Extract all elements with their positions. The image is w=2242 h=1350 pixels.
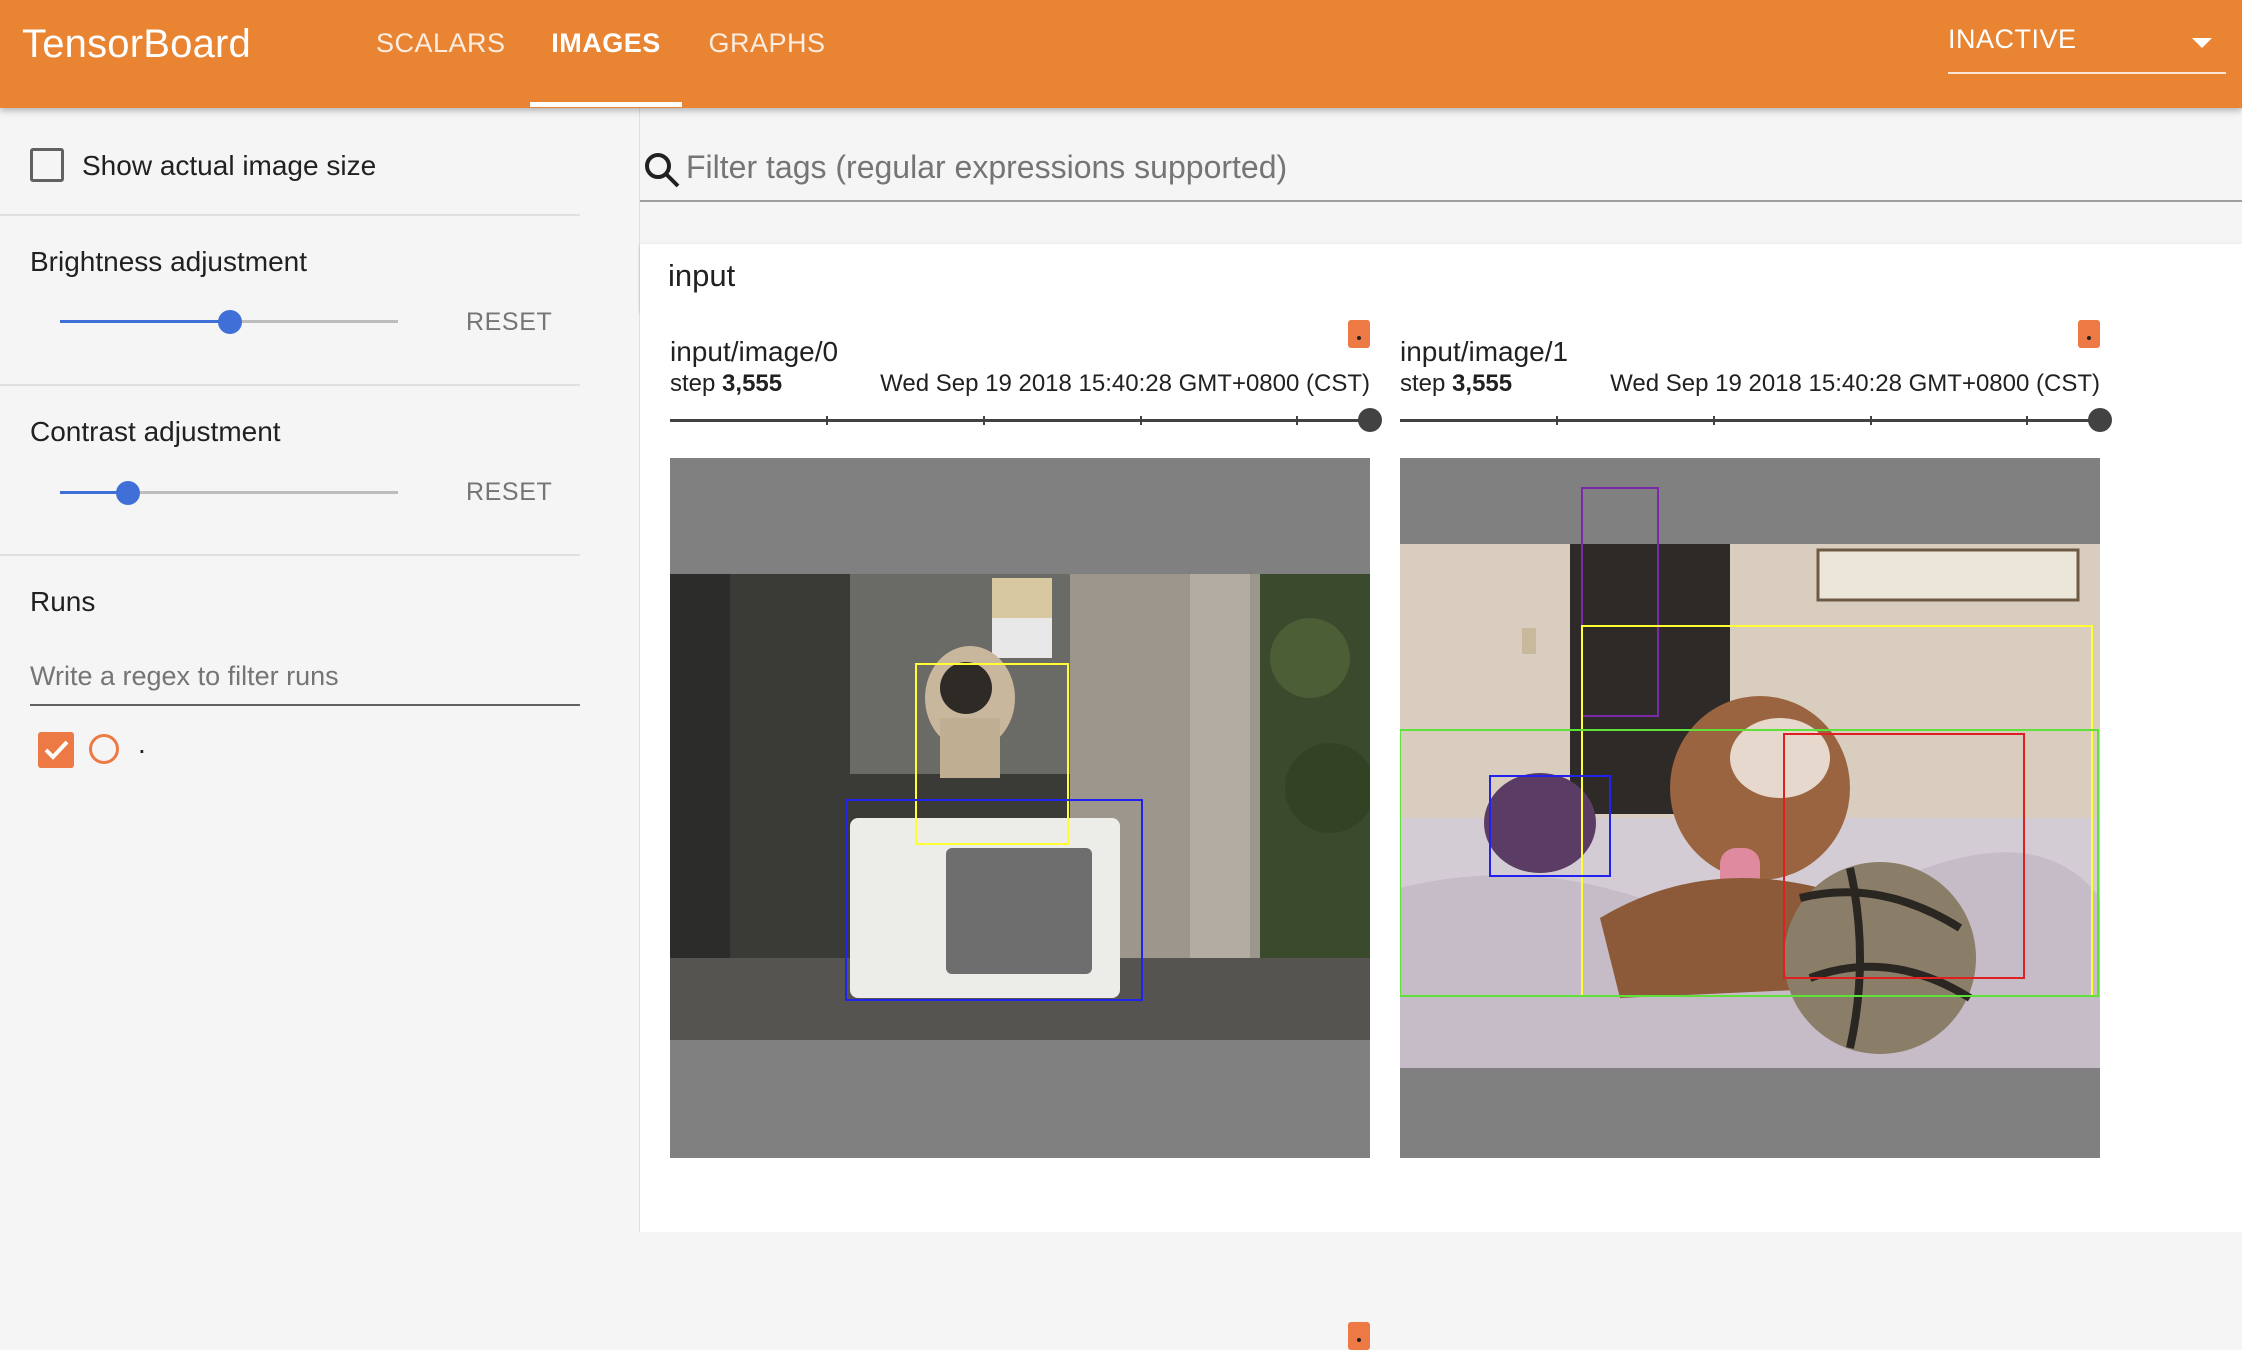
run-checkbox[interactable] [38, 732, 74, 768]
sidebar-divider [0, 384, 580, 386]
image-cards-area: input/image/0 step 3,555 Wed Sep 19 2018… [640, 312, 2242, 1350]
step-tick [983, 416, 985, 425]
card-timestamp: Wed Sep 19 2018 15:40:28 GMT+0800 (CST) [880, 370, 1370, 397]
brightness-slider-knob[interactable] [218, 310, 242, 334]
run-color-icon [2078, 320, 2100, 348]
card-tag: input/image/1 [1400, 336, 1569, 367]
show-actual-size-checkbox[interactable] [30, 148, 64, 182]
show-actual-size-label: Show actual image size [82, 150, 377, 181]
active-tab-indicator [530, 102, 682, 107]
step-tick [826, 416, 828, 425]
run-color-radio-icon[interactable] [89, 734, 119, 764]
step-value: 3,555 [722, 370, 783, 397]
contrast-reset-button[interactable]: RESET [466, 478, 552, 507]
tag-filter-input[interactable] [686, 142, 2186, 192]
step-tick [1140, 416, 1142, 425]
step-tick [1296, 416, 1298, 425]
step-tick [2026, 416, 2028, 425]
image-card: input/image/0 step 3,555 Wed Sep 19 2018… [670, 312, 1382, 1158]
brightness-slider-fill [60, 320, 230, 323]
category-header[interactable]: input [640, 244, 2242, 312]
dropdown-value: INACTIVE [1948, 24, 2077, 54]
top-app-bar: TensorBoard SCALARS IMAGES GRAPHS INACTI… [0, 0, 2242, 108]
card-tag: input/image/0 [670, 336, 839, 367]
step-slider-track[interactable] [670, 419, 1370, 422]
dog-ball-image [1400, 458, 2100, 1158]
contrast-label: Contrast adjustment [30, 416, 281, 447]
contrast-slider-knob[interactable] [116, 481, 140, 505]
run-name: . [138, 728, 146, 759]
step-slider-knob[interactable] [2088, 408, 2112, 432]
step-slider-track[interactable] [1400, 419, 2100, 422]
image-card: input/image/1 step 3,555 Wed Sep 19 2018… [1400, 312, 2112, 1158]
sidebar-divider [0, 214, 580, 216]
checkmark-icon [44, 740, 69, 760]
image-frame [1400, 458, 2100, 1158]
tab-scalars[interactable]: SCALARS [376, 28, 505, 108]
sidebar: Show actual image size Brightness adjust… [0, 108, 640, 1232]
step-slider-knob[interactable] [1358, 408, 1382, 432]
sidebar-divider [0, 554, 580, 556]
pug-microwave-image [670, 458, 1370, 1158]
tab-images[interactable]: IMAGES [530, 28, 682, 108]
run-color-icon [1348, 320, 1370, 348]
main-panel: input input/image/0 step 3,555 Wed Sep 1… [640, 108, 2242, 1350]
category-title: input [668, 258, 736, 293]
inactive-plugins-dropdown[interactable]: INACTIVE [1948, 22, 2226, 74]
brightness-reset-button[interactable]: RESET [466, 308, 552, 337]
app-title: TensorBoard [22, 22, 251, 66]
step-label: step [670, 370, 716, 397]
runs-title: Runs [30, 586, 96, 617]
brightness-label: Brightness adjustment [30, 246, 308, 277]
tag-filter[interactable] [640, 138, 2242, 202]
card-timestamp: Wed Sep 19 2018 15:40:28 GMT+0800 (CST) [1610, 370, 2100, 397]
dropdown-caret-icon [2192, 38, 2212, 48]
runs-filter-field[interactable] [30, 648, 580, 706]
step-tick [1713, 416, 1715, 425]
step-tick [1556, 416, 1558, 425]
step-tick [1870, 416, 1872, 425]
card-step: step 3,555 [1400, 370, 1512, 398]
card-step: step 3,555 [670, 370, 782, 398]
run-color-icon [1348, 1322, 1370, 1350]
tab-graphs[interactable]: GRAPHS [704, 28, 830, 108]
step-value: 3,555 [1452, 370, 1513, 397]
search-icon [645, 153, 680, 188]
step-label: step [1400, 370, 1446, 397]
runs-filter-input[interactable] [30, 648, 580, 704]
image-frame [670, 458, 1370, 1158]
